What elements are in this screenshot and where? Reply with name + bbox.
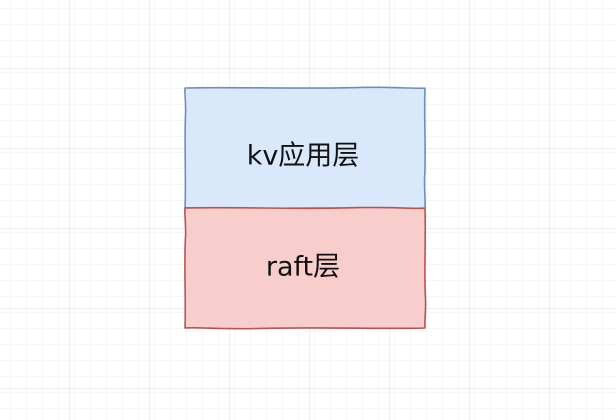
kv-app-layer-label: kv应用层 xyxy=(247,141,360,172)
raft-layer-label: raft层 xyxy=(266,252,340,283)
kv-app-layer-box[interactable]: kv应用层 xyxy=(184,86,426,210)
raft-layer-box[interactable]: raft层 xyxy=(184,206,427,330)
diagram-canvas: kv应用层 raft层 xyxy=(0,0,616,420)
layer-stack: kv应用层 raft层 xyxy=(184,86,427,330)
